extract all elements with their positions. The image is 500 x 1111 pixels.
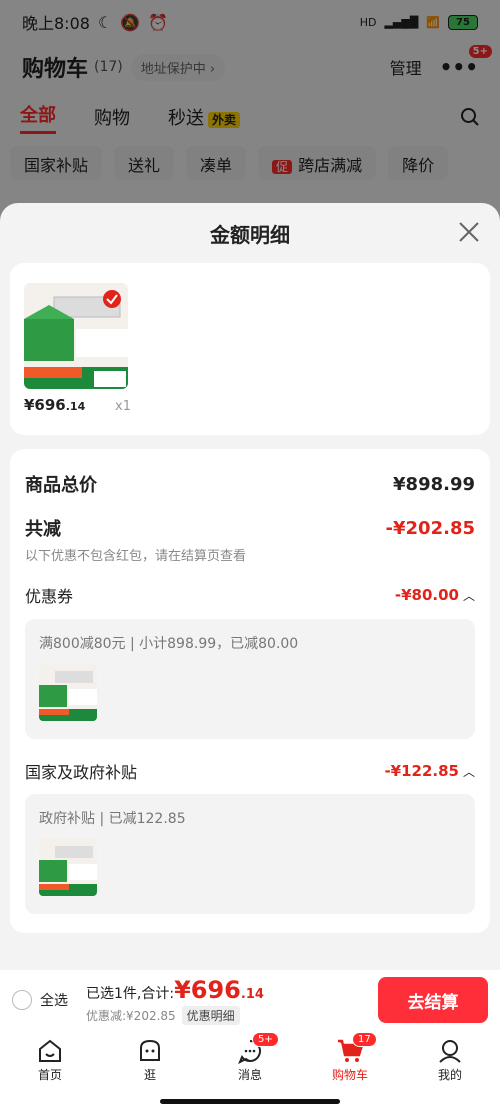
product-image[interactable] xyxy=(24,283,128,389)
nav-cart[interactable]: 购物车 17 xyxy=(300,1030,400,1090)
sheet-title: 金额明细 xyxy=(210,223,290,247)
total-value: ¥898.99 xyxy=(393,473,475,495)
grand-total-decimal: .14 xyxy=(240,986,264,1002)
nav-messages[interactable]: 消息 5+ xyxy=(200,1030,300,1090)
home-icon xyxy=(39,1039,61,1062)
total-row: 商品总价 ¥898.99 xyxy=(25,471,475,497)
coupon-value: -¥80.00 xyxy=(394,586,459,604)
price-breakdown-card: 商品总价 ¥898.99 共减 -¥202.85 以下优惠不包含红包，请在结算页… xyxy=(10,449,490,933)
reduce-label: 共减 xyxy=(25,519,61,540)
product-price-decimal: .14 xyxy=(65,400,86,413)
reduce-row: 共减 -¥202.85 xyxy=(25,515,475,541)
discount-summary: 优惠减:¥202.85 xyxy=(86,1008,176,1023)
coupon-label: 优惠券 xyxy=(25,587,74,606)
browse-face-icon xyxy=(140,1039,160,1061)
selected-summary: 已选1件,合计: xyxy=(86,985,175,1002)
coupon-detail-text: 满800减80元 | 小计898.99，已减80.00 xyxy=(39,636,299,652)
cart-badge: 17 xyxy=(352,1032,377,1047)
nav-home-label: 首页 xyxy=(37,1067,62,1082)
subsidy-row[interactable]: 国家及政府补贴 -¥122.85 ︿ xyxy=(25,759,475,783)
select-all-label[interactable]: 全选 xyxy=(40,990,68,1010)
nav-browse-label: 逛 xyxy=(143,1067,156,1082)
nav-home[interactable]: 首页 xyxy=(0,1030,100,1090)
subsidy-value: -¥122.85 xyxy=(384,762,459,780)
total-label: 商品总价 xyxy=(25,475,97,496)
nav-profile[interactable]: 我的 xyxy=(400,1030,500,1090)
product-price: ¥696.14 xyxy=(24,396,85,414)
coupon-product-thumbnail xyxy=(39,663,97,721)
chevron-up-icon: ︿ xyxy=(462,764,475,779)
profile-icon xyxy=(439,1039,461,1063)
amount-detail-sheet: 金额明细 ¥696.14 x1 商品总价 ¥898.99 共减 -¥202.85… xyxy=(0,203,500,970)
home-indicator[interactable] xyxy=(160,1099,340,1104)
nav-cart-label: 购物车 xyxy=(331,1067,368,1082)
nav-profile-label: 我的 xyxy=(437,1067,462,1082)
product-price-main: ¥696 xyxy=(24,396,66,414)
checkout-button[interactable]: 去结算 xyxy=(378,977,488,1023)
reduce-note: 以下优惠不包含红包，请在结算页查看 xyxy=(25,549,247,564)
total-block: 已选1件,合计: ¥696.14 优惠减:¥202.85 优惠明细 xyxy=(86,976,264,1025)
chevron-up-icon: ︿ xyxy=(462,588,475,603)
grand-total-main: ¥696 xyxy=(174,975,241,1004)
checkout-bar: 全选 已选1件,合计: ¥696.14 优惠减:¥202.85 优惠明细 去结算 xyxy=(0,970,500,1030)
select-all-radio[interactable] xyxy=(12,990,32,1010)
subsidy-detail-text: 政府补贴 | 已减122.85 xyxy=(39,811,186,827)
coupon-row[interactable]: 优惠券 -¥80.00 ︿ xyxy=(25,583,475,607)
product-quantity: x1 xyxy=(115,399,131,414)
subsidy-product-thumbnail xyxy=(39,838,97,896)
nav-browse[interactable]: 逛 xyxy=(100,1030,200,1090)
close-icon[interactable] xyxy=(458,221,480,243)
messages-badge: 5+ xyxy=(252,1032,279,1047)
subsidy-label: 国家及政府补贴 xyxy=(25,763,138,782)
coupon-detail-card: 满800减80元 | 小计898.99，已减80.00 xyxy=(25,619,475,739)
product-card: ¥696.14 x1 xyxy=(10,263,490,435)
discount-detail-button[interactable]: 优惠明细 xyxy=(181,1005,240,1025)
reduce-value: -¥202.85 xyxy=(385,517,475,539)
nav-messages-label: 消息 xyxy=(237,1067,262,1082)
grand-total: ¥696.14 xyxy=(174,976,264,1004)
subsidy-detail-card: 政府补贴 | 已减122.85 xyxy=(25,794,475,914)
bottom-nav: 首页 逛 消息 5+ 购物车 17 我的 xyxy=(0,1030,500,1090)
reduce-note-row: 以下优惠不包含红包，请在结算页查看 xyxy=(25,545,475,564)
